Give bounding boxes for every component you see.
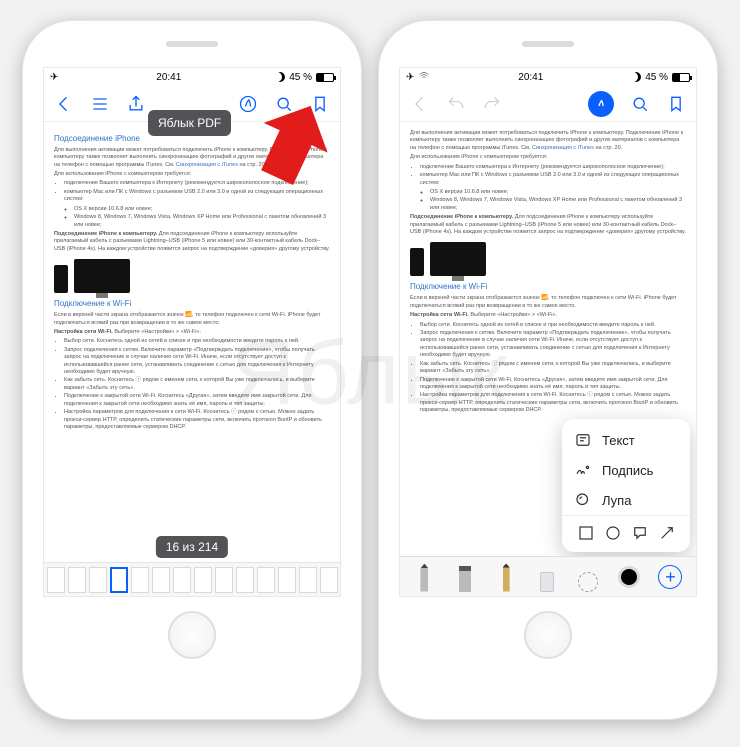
doc-illustration	[54, 259, 330, 293]
tool-marker[interactable]	[454, 562, 476, 592]
dnd-icon	[275, 72, 285, 82]
screen-left: ✈︎ 20:41 45 %	[43, 67, 341, 597]
undo-button[interactable]	[446, 94, 466, 114]
page-thumb[interactable]	[299, 567, 317, 593]
bookmark-button[interactable]	[666, 94, 686, 114]
popover-signature[interactable]: Подпись	[562, 455, 690, 485]
share-button[interactable]	[126, 94, 146, 114]
screen-right: ✈︎ 20:41 45 % Для выполнения активации м…	[399, 67, 697, 597]
page-thumb[interactable]	[68, 567, 86, 593]
doc-para: Настройка сети Wi-Fi. Выберите «Настройк…	[410, 312, 686, 319]
phone-speaker	[166, 41, 218, 47]
battery-icon	[316, 73, 334, 82]
doc-list: Выбор сети. Коснитесь одной из сетей в с…	[410, 322, 686, 415]
bookmark-button[interactable]	[310, 94, 330, 114]
page-thumb[interactable]	[194, 567, 212, 593]
toolbar-markup	[400, 86, 696, 122]
filename-tooltip: Яблык PDF	[148, 110, 231, 136]
page-thumb[interactable]	[47, 567, 65, 593]
doc-illustration	[410, 242, 686, 276]
doc-para: Подсоединение iPhone к компьютеру. Для п…	[410, 214, 686, 236]
wifi-icon	[418, 70, 430, 85]
markup-button-active[interactable]	[588, 91, 614, 117]
add-popover: Текст Подпись Лупа	[562, 419, 690, 552]
shape-arrow[interactable]	[658, 524, 676, 542]
add-button[interactable]: +	[658, 565, 682, 589]
home-button[interactable]	[524, 611, 572, 659]
status-time: 20:41	[156, 72, 181, 83]
redo-button[interactable]	[482, 94, 502, 114]
battery-pct: 45 %	[289, 72, 312, 83]
phone-right: ✈︎ 20:41 45 % Для выполнения активации м…	[378, 20, 718, 720]
status-time: 20:41	[518, 72, 543, 83]
pdf-page[interactable]: Подсоединение iPhone Для выполнения акти…	[44, 122, 340, 596]
doc-para: Для использования iPhone с компьютером т…	[54, 171, 330, 178]
tool-lasso[interactable]	[577, 562, 599, 592]
shape-square[interactable]	[577, 524, 595, 542]
doc-para: Для использования iPhone с компьютером т…	[410, 154, 686, 161]
popover-shapes	[562, 515, 690, 546]
doc-list: подключение Вашего компьютера к Интернет…	[410, 164, 686, 213]
back-button[interactable]	[54, 94, 74, 114]
tool-eraser[interactable]	[536, 562, 558, 592]
popover-text[interactable]: Текст	[562, 425, 690, 455]
doc-para: Если в верхней части экрана отображается…	[54, 312, 330, 327]
airplane-icon: ✈︎	[50, 72, 58, 83]
page-thumb[interactable]	[257, 567, 275, 593]
page-thumb[interactable]	[152, 567, 170, 593]
comparison-stage: ✈︎ 20:41 45 %	[0, 0, 740, 740]
doc-para: Для выполнения активации может потребова…	[54, 147, 330, 169]
airplane-icon: ✈︎	[406, 72, 414, 83]
tool-pen[interactable]	[413, 562, 435, 592]
color-swatch[interactable]	[618, 566, 640, 588]
page-thumb[interactable]	[320, 567, 338, 593]
phone-speaker	[522, 41, 574, 47]
search-button[interactable]	[630, 94, 650, 114]
page-thumb[interactable]	[236, 567, 254, 593]
thumbnail-strip[interactable]	[44, 562, 340, 596]
doc-heading-2: Подключение к Wi-Fi	[54, 299, 330, 310]
page-thumb[interactable]	[173, 567, 191, 593]
page-thumb[interactable]	[89, 567, 107, 593]
page-thumb[interactable]	[215, 567, 233, 593]
doc-para: Если в верхней части экрана отображается…	[410, 295, 686, 310]
shape-speech[interactable]	[631, 524, 649, 542]
home-button[interactable]	[168, 611, 216, 659]
doc-list: подключение Вашего компьютера к Интернет…	[54, 180, 330, 229]
status-right: 45 %	[275, 72, 334, 83]
battery-icon	[672, 73, 690, 82]
dnd-icon	[631, 72, 641, 82]
back-button[interactable]	[410, 94, 430, 114]
page-thumb-current[interactable]	[110, 567, 128, 593]
doc-para: Настройка сети Wi-Fi. Выберите «Настройк…	[54, 329, 330, 336]
phone-left: ✈︎ 20:41 45 %	[22, 20, 362, 720]
page-thumb[interactable]	[131, 567, 149, 593]
search-button[interactable]	[274, 94, 294, 114]
markup-toolbar: +	[400, 556, 696, 596]
status-left: ✈︎	[50, 72, 62, 83]
tool-pencil[interactable]	[495, 562, 517, 592]
doc-para: Подсоединение iPhone к компьютеру. Для п…	[54, 231, 330, 253]
shape-circle[interactable]	[604, 524, 622, 542]
outline-button[interactable]	[90, 94, 110, 114]
battery-pct: 45 %	[645, 72, 668, 83]
status-bar: ✈︎ 20:41 45 %	[400, 68, 696, 86]
markup-button[interactable]	[238, 94, 258, 114]
doc-list: Выбор сети. Коснитесь одной из сетей в с…	[54, 338, 330, 431]
status-bar: ✈︎ 20:41 45 %	[44, 68, 340, 86]
popover-magnifier[interactable]: Лупа	[562, 485, 690, 515]
page-thumb[interactable]	[278, 567, 296, 593]
doc-heading-2: Подключение к Wi-Fi	[410, 282, 686, 293]
doc-para: Для выполнения активации может потребова…	[410, 130, 686, 152]
page-indicator: 16 из 214	[156, 536, 228, 558]
